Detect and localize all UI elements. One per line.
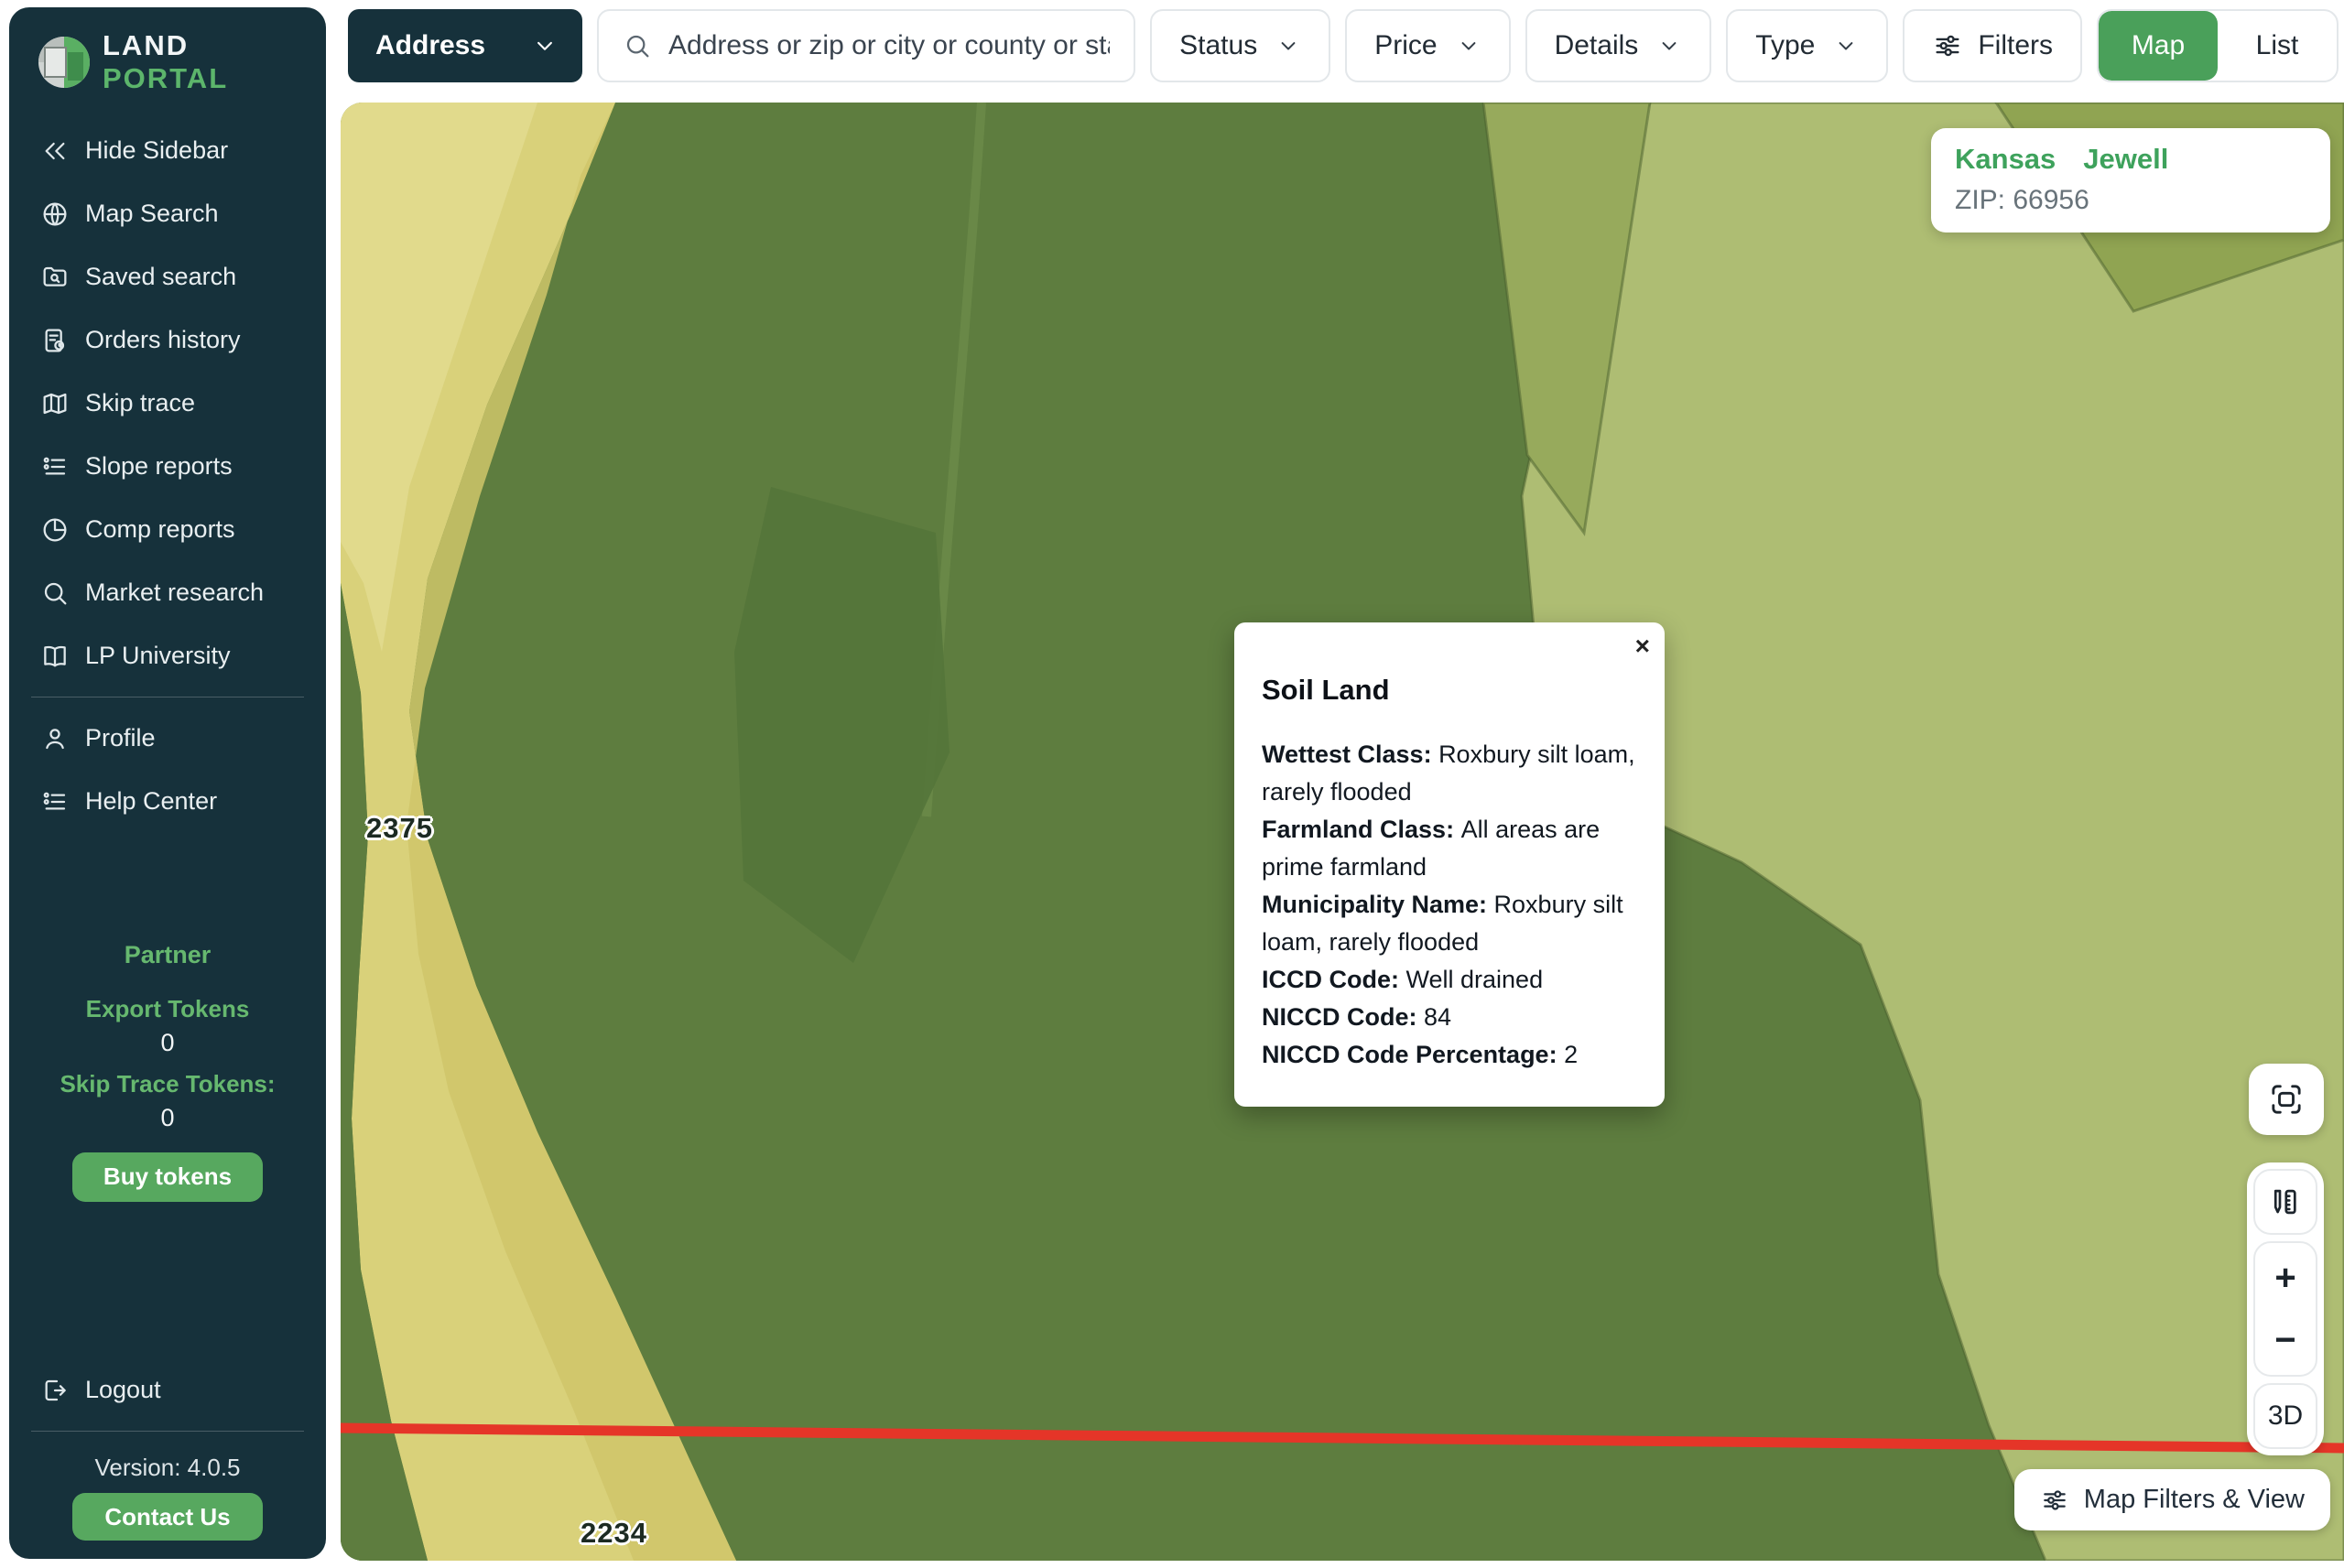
- sidebar: LAND PORTAL Hide Sidebar Map Search Saved …: [9, 7, 326, 1559]
- buy-tokens-button[interactable]: Buy tokens: [72, 1152, 263, 1202]
- skip-trace-tokens-value: 0: [160, 1104, 174, 1132]
- sidebar-nav: Hide Sidebar Map Search Saved search Orders…: [29, 119, 306, 687]
- measure-tool-button[interactable]: [2253, 1169, 2317, 1235]
- search-icon: [40, 579, 70, 608]
- person-icon: [40, 724, 70, 753]
- land-portal-logo-icon: [38, 37, 90, 88]
- filter-dropdown-details[interactable]: Details: [1525, 9, 1712, 82]
- measure-ruler-icon: [2268, 1184, 2303, 1219]
- view-toggle-map[interactable]: Map: [2099, 11, 2218, 81]
- filter-dropdown-status[interactable]: Status: [1150, 9, 1330, 82]
- search-box: [597, 9, 1135, 82]
- search-input[interactable]: [668, 30, 1110, 61]
- popup-field-niccd-code: NICCD Code: 84: [1262, 999, 1637, 1036]
- map-controls: + − 3D: [2247, 1162, 2324, 1455]
- scan-frame-icon: [2268, 1081, 2305, 1118]
- book-icon: [40, 642, 70, 671]
- address-type-selector[interactable]: Address: [348, 9, 582, 82]
- filter-dropdown-price[interactable]: Price: [1345, 9, 1510, 82]
- sidebar-item-saved-search[interactable]: Saved search: [29, 245, 306, 308]
- sidebar-item-label: Comp reports: [85, 515, 235, 544]
- map-snapshot-button[interactable]: [2249, 1064, 2324, 1135]
- chevrons-left-icon: [40, 136, 70, 166]
- list-dots-icon: [40, 452, 70, 481]
- popup-fields: Wettest Class: Roxbury silt loam, rarely…: [1262, 736, 1637, 1074]
- view-toggle: Map List: [2097, 9, 2339, 82]
- chevron-down-icon: [1656, 33, 1682, 59]
- logout-button[interactable]: Logout: [29, 1358, 306, 1422]
- sidebar-item-label: Skip trace: [85, 389, 195, 417]
- chevron-down-icon: [1456, 33, 1481, 59]
- zoom-controls: + −: [2253, 1241, 2317, 1377]
- folder-search-icon: [40, 263, 70, 292]
- contour-elevation-label: 2375: [366, 812, 433, 845]
- sidebar-item-profile[interactable]: Profile: [29, 707, 306, 770]
- filters-button[interactable]: Filters: [1903, 9, 2082, 82]
- sidebar-item-label: Saved search: [85, 263, 236, 291]
- sidebar-item-label: Hide Sidebar: [85, 136, 228, 165]
- sidebar-item-label: Map Search: [85, 200, 219, 228]
- globe-icon: [40, 200, 70, 229]
- skip-trace-tokens-label: Skip Trace Tokens:: [60, 1070, 275, 1098]
- location-state[interactable]: Kansas: [1955, 143, 2056, 176]
- sidebar-item-orders-history[interactable]: Orders history: [29, 308, 306, 372]
- sidebar-item-comp-reports[interactable]: Comp reports: [29, 498, 306, 561]
- brand-logo: LAND PORTAL: [29, 29, 306, 95]
- partner-section: Partner Export Tokens 0 Skip Trace Token…: [29, 941, 306, 1202]
- filter-dropdown-type[interactable]: Type: [1726, 9, 1888, 82]
- sidebar-item-slope-reports[interactable]: Slope reports: [29, 435, 306, 498]
- sidebar-item-market-research[interactable]: Market research: [29, 561, 306, 624]
- location-card: Kansas Jewell ZIP: 66956: [1931, 128, 2330, 232]
- zoom-in-button[interactable]: +: [2255, 1249, 2316, 1307]
- sidebar-item-label: Orders history: [85, 326, 241, 354]
- sidebar-item-label: Slope reports: [85, 452, 233, 481]
- sidebar-item-hide-sidebar[interactable]: Hide Sidebar: [29, 119, 306, 182]
- sliders-icon: [1932, 30, 1963, 61]
- partner-title: Partner: [125, 941, 212, 969]
- sidebar-item-label: LP University: [85, 642, 231, 670]
- sidebar-divider: [31, 1431, 304, 1432]
- popup-field-iccd-code: ICCD Code: Well drained: [1262, 961, 1637, 999]
- list-dots-icon: [40, 787, 70, 816]
- sidebar-account-nav: Profile Help Center: [29, 707, 306, 833]
- sidebar-item-label: Market research: [85, 579, 264, 607]
- export-tokens-value: 0: [160, 1029, 174, 1057]
- popup-field-municipality-name: Municipality Name: Roxbury silt loam, ra…: [1262, 886, 1637, 961]
- contact-us-button[interactable]: Contact Us: [72, 1493, 263, 1541]
- brand-name: LAND PORTAL: [103, 29, 306, 95]
- sidebar-item-lp-university[interactable]: LP University: [29, 624, 306, 687]
- location-zip: ZIP: 66956: [1955, 185, 2306, 216]
- export-tokens-label: Export Tokens: [86, 995, 250, 1023]
- map-canvas[interactable]: 2375 2234 Kansas Jewell ZIP: 66956 × Soil…: [341, 103, 2344, 1561]
- popup-field-wettest-class: Wettest Class: Roxbury silt loam, rarely…: [1262, 736, 1637, 811]
- popup-close-button[interactable]: ×: [1630, 628, 1655, 665]
- location-county[interactable]: Jewell: [2083, 143, 2168, 176]
- logout-label: Logout: [85, 1376, 161, 1404]
- app-version: Version: 4.0.5: [29, 1454, 306, 1482]
- topbar: Address StatusPriceDetailsType Filters M…: [348, 9, 2339, 82]
- sidebar-item-help-center[interactable]: Help Center: [29, 770, 306, 833]
- view-toggle-list[interactable]: List: [2218, 11, 2337, 81]
- sliders-icon: [2040, 1486, 2069, 1515]
- soil-info-popup: × Soil Land Wettest Class: Roxbury silt …: [1234, 622, 1665, 1107]
- popup-title: Soil Land: [1262, 674, 1637, 707]
- logout-icon: [40, 1376, 70, 1405]
- toggle-3d-button[interactable]: 3D: [2253, 1383, 2317, 1449]
- popup-field-farmland-class: Farmland Class: All areas are prime farm…: [1262, 811, 1637, 886]
- zoom-out-button[interactable]: −: [2255, 1311, 2316, 1369]
- pie-chart-icon: [40, 515, 70, 545]
- chevron-down-icon: [531, 32, 559, 59]
- chevron-down-icon: [1833, 33, 1859, 59]
- receipt-clock-icon: [40, 326, 70, 355]
- map-icon: [40, 389, 70, 418]
- sidebar-item-label: Profile: [85, 724, 156, 752]
- chevron-down-icon: [1275, 33, 1301, 59]
- popup-field-niccd-code-percentage: NICCD Code Percentage: 2: [1262, 1036, 1637, 1074]
- sidebar-item-map-search[interactable]: Map Search: [29, 182, 306, 245]
- search-icon: [623, 31, 652, 60]
- sidebar-item-label: Help Center: [85, 787, 217, 816]
- map-filters-view-button[interactable]: Map Filters & View: [2014, 1469, 2330, 1530]
- sidebar-item-skip-trace[interactable]: Skip trace: [29, 372, 306, 435]
- contour-elevation-label: 2234: [581, 1517, 647, 1550]
